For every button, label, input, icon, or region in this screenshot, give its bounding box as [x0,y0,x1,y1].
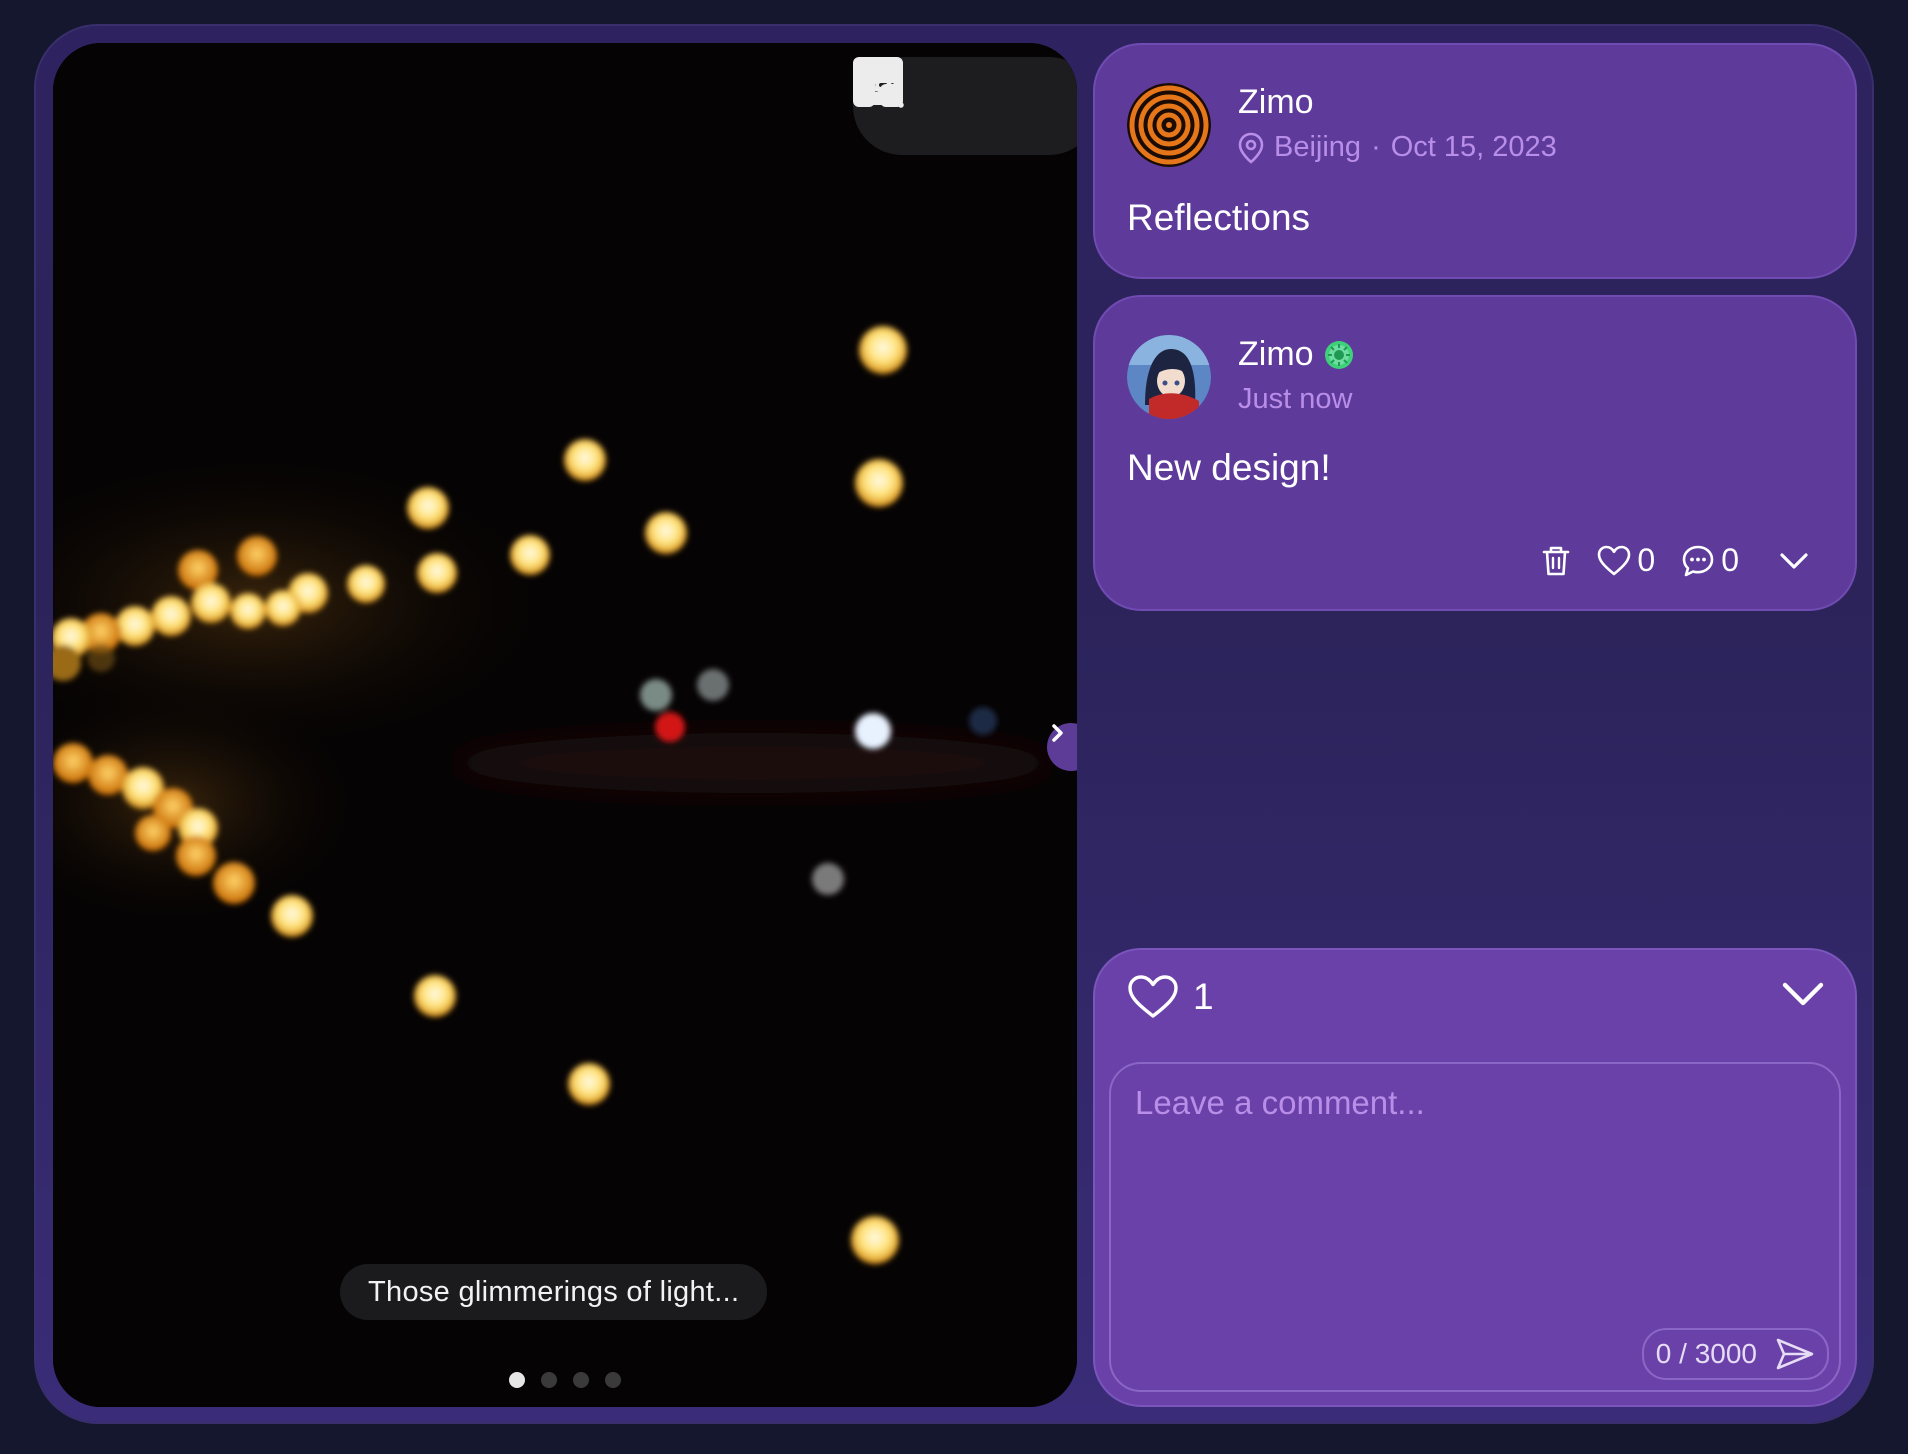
like-button[interactable]: 0 [1597,542,1655,579]
like-count: 0 [1637,542,1656,578]
expand-button[interactable] [1779,551,1809,571]
comment-card: Zimo Just now New design! 0 0 [1093,295,1857,611]
slide-indicator [53,1372,1077,1388]
post-like-row: 1 [1127,974,1214,1020]
commenter-name[interactable]: Zimo [1238,335,1314,374]
anime-avatar [1127,335,1211,419]
trash-icon [1543,546,1570,575]
heart-icon [1598,545,1631,575]
photo-viewer[interactable]: Those glimmerings of light... [53,43,1077,1407]
comment-box: 0 / 3000 [1109,1062,1841,1392]
heart-icon[interactable] [1127,974,1179,1020]
comment-time: Just now [1238,383,1353,415]
slide-dot[interactable] [605,1372,621,1388]
chat-bubble-icon [1682,545,1714,576]
reply-button[interactable]: 0 [1681,542,1739,579]
send-icon[interactable] [1775,1337,1815,1371]
comments-panel: 1 0 / 3000 [1093,948,1857,1407]
post-title: Reflections [1127,197,1311,238]
slide-dot[interactable] [573,1372,589,1388]
commenter-avatar[interactable] [1127,335,1211,419]
delete-button[interactable] [1541,544,1571,578]
collapse-comments-button[interactable] [1781,980,1825,1013]
commenter-name-row: Zimo [1238,335,1354,374]
slide-dot[interactable] [541,1372,557,1388]
photo-toolbar [853,57,1077,155]
slide-dot[interactable] [509,1372,525,1388]
post-card: Zimo Beijing · Oct 15, 2023 Reflections [1093,43,1857,279]
post-viewer: Those glimmerings of light... Zimo Beiji… [34,24,1874,1424]
post-date: Oct 15, 2023 [1390,131,1557,163]
bokeh-photo [53,43,1077,1407]
post-meta: Beijing · Oct 15, 2023 [1238,131,1557,164]
comment-text: New design! [1127,447,1331,488]
meta-separator: · [1371,131,1381,163]
comment-actions: 0 0 [1541,542,1809,579]
chevron-down-icon [1780,552,1808,569]
author-avatar[interactable] [1127,83,1211,167]
character-counter: 0 / 3000 [1655,1338,1757,1369]
reply-count: 0 [1721,542,1739,578]
photo-caption: Those glimmerings of light... [340,1264,768,1320]
chevron-right-icon [1052,724,1063,742]
chevron-down-icon [1782,982,1824,1006]
author-name[interactable]: Zimo [1238,83,1314,122]
location-pin-icon [1238,132,1264,164]
comment-submit-area: 0 / 3000 [1641,1328,1829,1380]
verified-badge-icon [1324,340,1353,369]
layout-button[interactable] [853,57,1005,135]
zoom-in-icon [855,59,904,108]
post-like-count: 1 [1193,976,1214,1017]
zoom-button[interactable] [855,59,1076,135]
post-location: Beijing [1274,131,1362,163]
spiral-avatar [1127,83,1211,167]
